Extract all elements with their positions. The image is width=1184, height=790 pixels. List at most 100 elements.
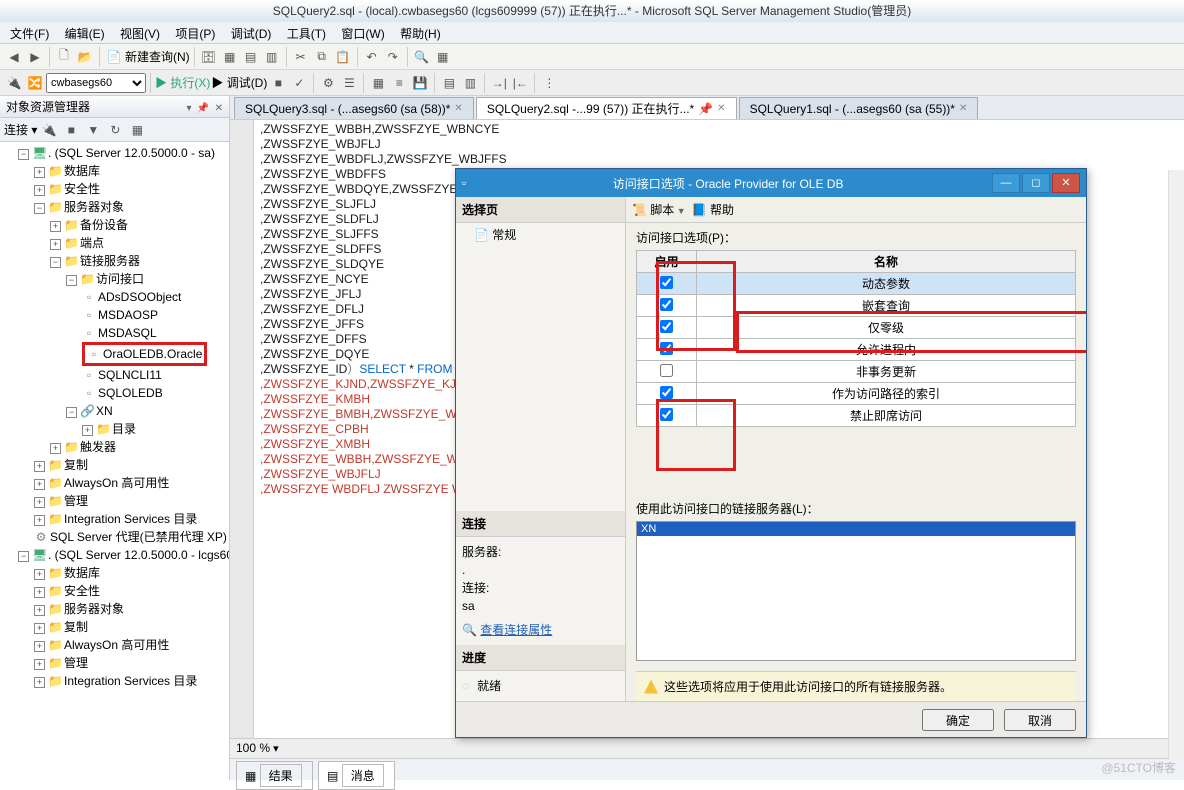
endpoints-node[interactable]: 端点 <box>80 236 104 250</box>
row-3-name[interactable]: 允许进程内 <box>697 339 1076 361</box>
chk-1[interactable] <box>660 298 673 311</box>
close-icon[interactable]: ✕ <box>215 103 223 114</box>
chk-6[interactable] <box>660 408 673 421</box>
maximize-button[interactable]: ◻ <box>1022 173 1050 193</box>
connect-label[interactable]: 连接 ▾ <box>4 121 37 138</box>
messages-tab[interactable]: ▤ 消息 <box>318 761 395 790</box>
stop-icon[interactable]: ■ <box>268 73 288 93</box>
db-node[interactable]: 数据库 <box>64 164 100 178</box>
linked-node[interactable]: 链接服务器 <box>80 254 140 268</box>
change-conn-icon[interactable]: 🔀 <box>25 73 45 93</box>
activity-icon[interactable]: ▦ <box>433 47 453 67</box>
autohide-icon[interactable]: 📌 <box>197 103 209 114</box>
list-item[interactable]: XN <box>637 522 1075 536</box>
server-objects-node[interactable]: 服务器对象 <box>64 200 124 214</box>
manage-node-2[interactable]: 管理 <box>64 656 88 670</box>
ok-button[interactable]: 确定 <box>922 709 994 731</box>
uncomment-icon[interactable]: ▥ <box>460 73 480 93</box>
results-text-icon[interactable]: ≡ <box>389 73 409 93</box>
tab-close-icon[interactable]: ✕ <box>454 103 462 114</box>
forward-icon[interactable]: ▶ <box>25 47 45 67</box>
chk-4[interactable] <box>660 364 673 377</box>
indent-icon[interactable]: →| <box>489 73 509 93</box>
tree-view[interactable]: −🖥. (SQL Server 12.0.5000.0 - sa) +📁数据库 … <box>0 142 229 780</box>
vertical-scrollbar[interactable] <box>1168 170 1184 760</box>
tab-1[interactable]: SQLQuery3.sql - (...asegs60 (sa (58))*✕ <box>234 97 474 119</box>
alwayson-node-2[interactable]: AlwaysOn 高可用性 <box>64 638 169 652</box>
agent-node[interactable]: SQL Server 代理(已禁用代理 XP) <box>50 530 227 544</box>
replication-node-2[interactable]: 复制 <box>64 620 88 634</box>
security-node-2[interactable]: 安全性 <box>64 584 100 598</box>
menu-view[interactable]: 视图(V) <box>114 22 166 45</box>
tab-3[interactable]: SQLQuery1.sql - (...asegs60 (sa (55))*✕ <box>739 97 979 119</box>
provider-msdaosp[interactable]: MSDAOSP <box>98 308 158 322</box>
row-5-name[interactable]: 作为访问路径的索引 <box>697 383 1076 405</box>
server-node-2[interactable]: . (SQL Server 12.0.5000.0 - lcgs609 <box>48 548 229 562</box>
disconnect-icon[interactable]: 🔌 <box>39 120 59 140</box>
server-node-1[interactable]: . (SQL Server 12.0.5000.0 - sa) <box>48 146 215 160</box>
outdent-icon[interactable]: |← <box>510 73 530 93</box>
backup-node[interactable]: 备份设备 <box>80 218 128 232</box>
catalog-node[interactable]: 目录 <box>112 422 136 436</box>
debug-button[interactable]: ▶ 调试(D) <box>211 74 267 91</box>
menu-project[interactable]: 项目(P) <box>169 22 221 45</box>
menu-debug[interactable]: 调试(D) <box>225 22 278 45</box>
tab-close-icon[interactable]: ✕ <box>959 103 967 114</box>
new-query-icon[interactable]: 📄 <box>104 47 124 67</box>
tab-close-icon[interactable]: ✕ <box>717 103 725 114</box>
security-node[interactable]: 安全性 <box>64 182 100 196</box>
connect-icon[interactable]: 🔌 <box>4 73 24 93</box>
refresh-icon[interactable]: ↻ <box>105 120 125 140</box>
outline-icon[interactable]: ☰ <box>339 73 359 93</box>
undo-icon[interactable]: ↶ <box>362 47 382 67</box>
filter-icon[interactable]: ▼ <box>83 120 103 140</box>
pin-icon[interactable]: 📌 <box>698 102 713 116</box>
comment-icon[interactable]: ▤ <box>439 73 459 93</box>
tab-2[interactable]: SQLQuery2.sql -...99 (57)) 正在执行...*📌✕ <box>476 97 737 119</box>
triggers-node[interactable]: 触发器 <box>80 440 116 454</box>
row-1-name[interactable]: 嵌套查询 <box>697 295 1076 317</box>
provider-sqlncli[interactable]: SQLNCLI11 <box>98 368 162 382</box>
close-button[interactable]: ✕ <box>1052 173 1080 193</box>
row-6-name[interactable]: 禁止即席访问 <box>697 405 1076 427</box>
general-page[interactable]: 📄 常规 <box>456 223 625 246</box>
paste-icon[interactable]: 📋 <box>333 47 353 67</box>
database-combo[interactable]: cwbasegs60 <box>46 73 146 93</box>
row-0-name[interactable]: 动态参数 <box>697 273 1076 295</box>
sp-icon[interactable]: ▥ <box>262 47 282 67</box>
cut-icon[interactable]: ✂ <box>291 47 311 67</box>
provider-sqloledb[interactable]: SQLOLEDB <box>98 386 163 400</box>
chk-2[interactable] <box>660 320 673 333</box>
menu-tools[interactable]: 工具(T) <box>281 22 332 45</box>
chk-5[interactable] <box>660 386 673 399</box>
results-grid-icon[interactable]: ▦ <box>368 73 388 93</box>
pin-icon[interactable]: ▾ <box>186 103 191 114</box>
help-button[interactable]: 📘 帮助 <box>692 201 734 218</box>
copy-icon[interactable]: ⧉ <box>312 47 332 67</box>
zoom-level[interactable]: 100 % <box>236 741 270 755</box>
manage-node[interactable]: 管理 <box>64 494 88 508</box>
specify-icon[interactable]: ⋮ <box>539 73 559 93</box>
new-project-icon[interactable]: 🗋 <box>54 47 74 67</box>
menu-file[interactable]: 文件(F) <box>4 22 55 45</box>
db-node-2[interactable]: 数据库 <box>64 566 100 580</box>
alwayson-node[interactable]: AlwaysOn 高可用性 <box>64 476 169 490</box>
providers-node[interactable]: 访问接口 <box>96 272 144 286</box>
is-catalog-node[interactable]: Integration Services 目录 <box>64 512 197 526</box>
cancel-button[interactable]: 取消 <box>1004 709 1076 731</box>
plan-icon[interactable]: ⚙ <box>318 73 338 93</box>
menu-help[interactable]: 帮助(H) <box>394 22 447 45</box>
back-icon[interactable]: ◀ <box>4 47 24 67</box>
options-grid[interactable]: 启用名称 动态参数 嵌套查询 仅零级 允许进程内 非事务更新 作为访问路径的索引… <box>636 250 1076 427</box>
menu-window[interactable]: 窗口(W) <box>335 22 390 45</box>
is-catalog-node-2[interactable]: Integration Services 目录 <box>64 674 197 688</box>
row-4-name[interactable]: 非事务更新 <box>697 361 1076 383</box>
view-icon[interactable]: ▤ <box>241 47 261 67</box>
view-connection-link[interactable]: 查看连接属性 <box>480 623 552 637</box>
filter2-icon[interactable]: ▦ <box>127 120 147 140</box>
menu-edit[interactable]: 编辑(E) <box>59 22 111 45</box>
server-objects-node-2[interactable]: 服务器对象 <box>64 602 124 616</box>
new-query-button[interactable]: 新建查询(N) <box>125 48 190 65</box>
redo-icon[interactable]: ↷ <box>383 47 403 67</box>
stop-refresh-icon[interactable]: ■ <box>61 120 81 140</box>
